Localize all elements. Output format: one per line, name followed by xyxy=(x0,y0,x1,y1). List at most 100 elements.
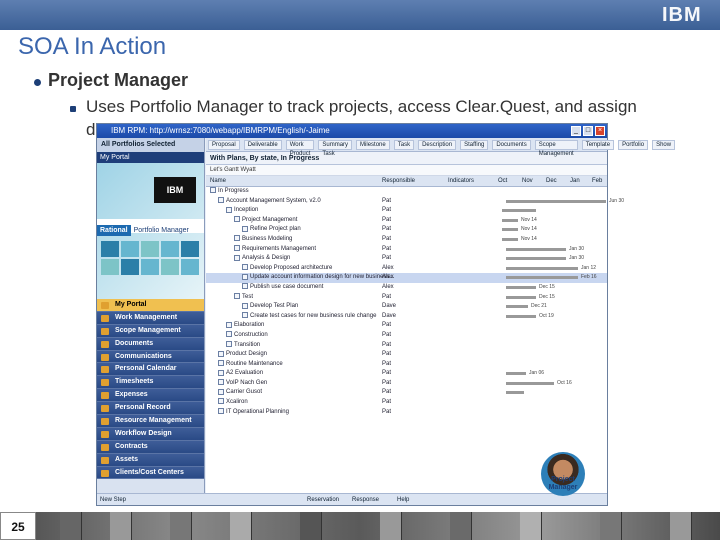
col-responsible[interactable]: Responsible xyxy=(382,176,415,187)
table-row[interactable]: In Progress xyxy=(206,187,607,197)
nav-item[interactable]: Communications xyxy=(97,350,204,364)
table-row[interactable]: A2 Evaluation Pat Jan 06 xyxy=(206,369,607,379)
table-row[interactable]: VoIP Nach Gen Pat Oct 16 xyxy=(206,379,607,389)
table-row[interactable]: Xcaliron Pat xyxy=(206,398,607,408)
row-owner: Pat xyxy=(382,389,392,396)
table-row[interactable]: Update account information design for ne… xyxy=(206,273,607,283)
row-name: Project Management xyxy=(234,216,297,226)
toolbar-button[interactable]: Show xyxy=(652,139,676,150)
nav-item[interactable]: Timesheets xyxy=(97,376,204,390)
table-row[interactable]: Publish use case document Alex Dec 15 xyxy=(206,283,607,293)
table-row[interactable]: Transition Pat xyxy=(206,340,607,351)
table-row[interactable]: Business Modeling Pat Nov 14 xyxy=(206,235,607,245)
nav-item[interactable]: Assets xyxy=(97,453,204,467)
table-row[interactable]: Refine Project plan Pat Nov 14 xyxy=(206,225,607,235)
main-panel: Proposal Deliverable Work Product Summary T… xyxy=(206,138,676,493)
nav-item[interactable]: Personal Calendar xyxy=(97,363,204,377)
task-icon xyxy=(242,225,248,232)
row-name: Publish use case document xyxy=(242,283,323,293)
table-row[interactable]: Account Management System, v2.0 Pat Jun 30 xyxy=(206,197,624,207)
new-step-link[interactable]: New Step xyxy=(100,497,126,503)
gantt-bar[interactable] xyxy=(506,247,566,251)
table-row[interactable]: Routine Maintenance Pat xyxy=(206,360,607,370)
table-row[interactable]: Construction Pat xyxy=(206,331,607,341)
table-row[interactable]: Inception Pat xyxy=(206,206,607,216)
row-label: IT Operational Planning xyxy=(226,408,289,415)
toolbar-button[interactable]: Deliverable xyxy=(243,139,282,150)
task-icon xyxy=(218,388,224,395)
toolbar-button[interactable]: Scope Management xyxy=(534,139,578,157)
gantt-bar[interactable] xyxy=(502,209,536,213)
gantt-bar[interactable] xyxy=(506,285,536,289)
table-row[interactable]: Develop Proposed architecture Alex Jan 12 xyxy=(206,264,607,274)
nav-item[interactable]: My Portal xyxy=(97,299,204,312)
toolbar-button[interactable]: Staffing xyxy=(460,139,489,150)
row-name: Product Design xyxy=(218,350,267,360)
toolbar-button[interactable]: Proposal xyxy=(208,139,240,150)
gantt-bar[interactable] xyxy=(502,228,518,232)
close-button[interactable]: × xyxy=(595,126,605,136)
gantt-bar[interactable] xyxy=(506,266,578,270)
bar-date-label: Nov 14 xyxy=(521,235,537,242)
task-icon xyxy=(242,273,248,280)
toolbar-button[interactable]: Documents xyxy=(492,139,531,150)
toolbar-button[interactable]: Portfolio xyxy=(618,139,649,150)
toolbar-button[interactable]: Description xyxy=(418,139,457,150)
gantt-bar[interactable] xyxy=(506,314,536,318)
gantt-bar[interactable] xyxy=(506,305,528,309)
toolbar-button[interactable]: Work Product xyxy=(285,139,315,157)
nav-item[interactable]: Documents xyxy=(97,337,204,351)
task-icon xyxy=(210,187,216,194)
toolbar-button[interactable]: Template xyxy=(581,139,615,150)
table-row[interactable]: Requirements Management Pat Jan 30 xyxy=(206,244,607,255)
nav-item[interactable]: Personal Record xyxy=(97,402,204,416)
toolbar-button[interactable]: Task xyxy=(393,139,415,150)
row-owner: Pat xyxy=(382,226,392,233)
gantt-bar[interactable] xyxy=(502,237,518,241)
minimize-button[interactable]: _ xyxy=(571,126,581,136)
gantt-bar[interactable] xyxy=(502,218,518,222)
portfolio-selector[interactable]: All Portfolios Selected xyxy=(97,138,204,152)
col-name[interactable]: Name xyxy=(210,176,226,187)
nav-item[interactable]: Expenses xyxy=(97,389,204,403)
view-title: With Plans, By state, In Progress xyxy=(210,155,320,162)
table-row[interactable]: Analysis & Design Pat Jan 30 xyxy=(206,254,607,264)
table-row[interactable]: Elaboration Pat xyxy=(206,321,607,331)
nav-item[interactable]: Work Management xyxy=(97,311,204,325)
col-month: Feb xyxy=(592,178,603,184)
gantt-selector[interactable]: Let's Gantt Wyatt xyxy=(206,165,607,176)
gantt-bar[interactable] xyxy=(506,295,536,299)
table-row[interactable]: Carrier Gusot Pat xyxy=(206,388,607,398)
reservation-button[interactable]: Reservation xyxy=(307,494,339,506)
task-icon xyxy=(218,408,224,415)
maximize-button[interactable]: □ xyxy=(583,126,593,136)
table-row[interactable]: Project Management Pat Nov 14 xyxy=(206,216,607,226)
bar-date-label: Oct 19 xyxy=(539,312,554,319)
table-row[interactable]: Create test cases for new business rule … xyxy=(206,312,607,322)
row-label: Develop Test Plan xyxy=(250,303,299,310)
gantt-bar[interactable] xyxy=(506,391,524,395)
gantt-bar[interactable] xyxy=(506,199,606,203)
col-indicators[interactable]: Indicators xyxy=(448,176,474,187)
portal-tab[interactable]: My Portal xyxy=(97,152,204,163)
task-icon xyxy=(242,302,248,309)
gantt-bar[interactable] xyxy=(506,276,578,280)
help-button[interactable]: Help xyxy=(397,494,409,506)
toolbar-button[interactable]: Summary Task xyxy=(318,139,353,157)
response-button[interactable]: Response xyxy=(352,494,379,506)
gantt-bar[interactable] xyxy=(506,381,554,385)
column-headers: Name Responsible Indicators Oct Nov Dec … xyxy=(206,176,607,187)
nav-item[interactable]: Workflow Design xyxy=(97,427,204,441)
nav-item[interactable]: Contracts xyxy=(97,440,204,454)
task-icon xyxy=(218,350,224,357)
nav-item[interactable]: Resource Management xyxy=(97,415,204,428)
gantt-bar[interactable] xyxy=(506,372,526,376)
toolbar-button[interactable]: Milestone xyxy=(356,139,390,150)
gantt-bar[interactable] xyxy=(506,257,566,261)
nav-item[interactable]: Scope Management xyxy=(97,324,204,338)
table-row[interactable]: Product Design Pat xyxy=(206,350,607,360)
table-row[interactable]: Test Pat Dec 15 xyxy=(206,292,607,303)
nav-item[interactable]: Clients/Cost Centers xyxy=(97,466,204,480)
table-row[interactable]: Develop Test Plan Dave Dec 21 xyxy=(206,302,607,312)
table-row[interactable]: IT Operational Planning Pat xyxy=(206,408,607,418)
